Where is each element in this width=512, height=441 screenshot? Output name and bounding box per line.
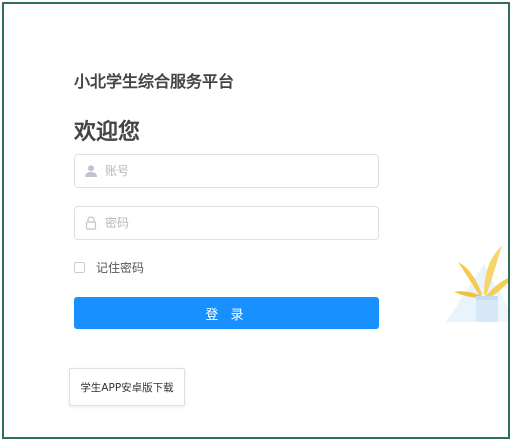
remember-label: 记住密码 bbox=[96, 261, 145, 275]
remember-password[interactable]: 记住密码 bbox=[74, 259, 144, 276]
login-window: 小北学生综合服务平台 欢迎您 记住密码 登 录 学生APP安卓版下载 bbox=[2, 2, 510, 439]
account-field[interactable] bbox=[74, 154, 379, 188]
welcome-heading: 欢迎您 bbox=[74, 120, 141, 145]
app-download-button[interactable]: 学生APP安卓版下载 bbox=[69, 368, 185, 406]
platform-title: 小北学生综合服务平台 bbox=[74, 72, 235, 91]
account-input[interactable] bbox=[105, 156, 365, 186]
password-input[interactable] bbox=[105, 208, 365, 238]
user-icon bbox=[77, 155, 105, 187]
plant-illustration bbox=[444, 204, 508, 334]
login-button[interactable]: 登 录 bbox=[74, 297, 379, 329]
remember-checkbox[interactable] bbox=[74, 262, 85, 273]
password-field[interactable] bbox=[74, 206, 379, 240]
lock-icon bbox=[77, 207, 105, 239]
